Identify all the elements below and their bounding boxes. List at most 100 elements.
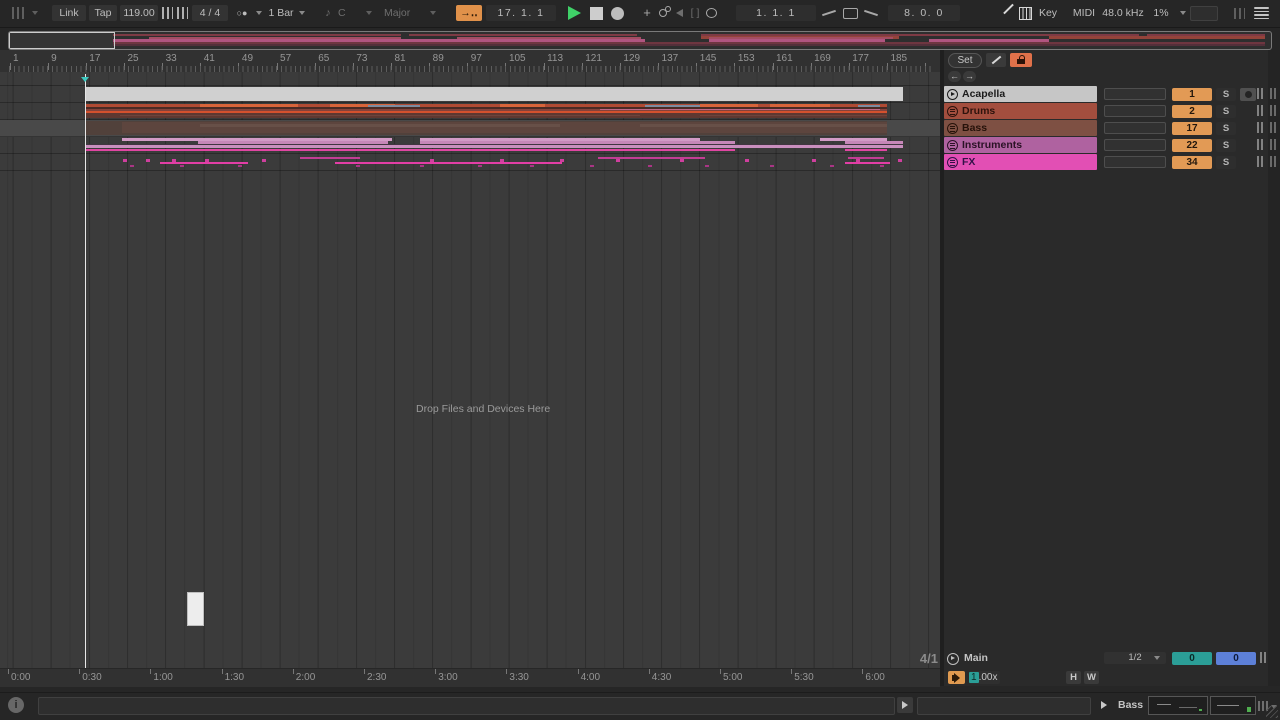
- track-lane-drums[interactable]: [0, 103, 940, 120]
- track-name-label[interactable]: Acapella: [962, 86, 1005, 102]
- track-activator-button[interactable]: 17: [1172, 122, 1212, 135]
- group-fold-icon[interactable]: [947, 157, 958, 168]
- track-activator-button[interactable]: 34: [1172, 156, 1212, 169]
- arrangement-overview-scrollbar[interactable]: [8, 31, 1272, 50]
- key-map-button[interactable]: Key: [1036, 5, 1060, 21]
- clip-segment[interactable]: [238, 165, 242, 167]
- link-button[interactable]: Link: [52, 5, 86, 21]
- cpu-caret-icon[interactable]: [1180, 11, 1186, 15]
- clip-segment[interactable]: [335, 162, 562, 164]
- clip-segment[interactable]: [262, 159, 266, 162]
- nudge-up-icon[interactable]: [177, 7, 188, 19]
- clip-segment[interactable]: [648, 165, 652, 167]
- next-locator-button[interactable]: →: [963, 71, 976, 82]
- punch-bracket-icon[interactable]: [ ]: [688, 5, 702, 21]
- audition-button[interactable]: [948, 671, 965, 684]
- clip-segment[interactable]: [172, 159, 176, 162]
- group-fold-icon[interactable]: [947, 140, 958, 151]
- main-track-header[interactable]: Main 1/2 0 0: [944, 650, 1268, 666]
- group-fold-icon[interactable]: [947, 123, 958, 134]
- main-play-icon[interactable]: [947, 653, 959, 665]
- back-to-arrangement-icon[interactable]: [676, 9, 683, 17]
- clip-segment[interactable]: [120, 115, 640, 116]
- punch-out-icon[interactable]: [864, 10, 878, 16]
- clip-segment[interactable]: [85, 149, 735, 151]
- crossfade-caret-icon[interactable]: [1154, 656, 1160, 660]
- track-lane-acapella[interactable]: [0, 86, 940, 103]
- track-name-box[interactable]: Drums: [944, 103, 1097, 119]
- track-activator-button[interactable]: 1: [1172, 88, 1212, 101]
- scale-root-caret-icon[interactable]: [366, 11, 372, 15]
- clip-segment[interactable]: [880, 165, 884, 167]
- solo-button[interactable]: S: [1216, 88, 1236, 101]
- metronome-button[interactable]: ○●: [230, 5, 254, 21]
- track-lane-fx[interactable]: [0, 154, 940, 171]
- solo-button[interactable]: S: [1216, 139, 1236, 152]
- automation-mode-button[interactable]: [986, 53, 1006, 67]
- clip-segment[interactable]: [160, 162, 248, 164]
- dragged-clip-ghost[interactable]: [187, 592, 204, 626]
- time-ruler[interactable]: 0:000:301:001:302:002:303:003:304:004:30…: [0, 668, 940, 687]
- clip-segment[interactable]: [180, 165, 184, 167]
- track-name-label[interactable]: FX: [962, 154, 975, 170]
- track-name-label[interactable]: Drums: [962, 103, 995, 119]
- solo-button[interactable]: S: [1216, 122, 1236, 135]
- clip-segment[interactable]: [146, 159, 150, 162]
- track-name-box[interactable]: Instruments: [944, 137, 1097, 153]
- clip-segment[interactable]: [845, 162, 890, 164]
- hamburger-menu-icon[interactable]: [1254, 7, 1269, 19]
- draw-mode-pencil-icon[interactable]: [1003, 4, 1014, 15]
- track-name-box[interactable]: Bass: [944, 120, 1097, 136]
- solo-button[interactable]: S: [1216, 105, 1236, 118]
- clip-segment[interactable]: [478, 165, 482, 167]
- clip-segment[interactable]: [600, 109, 880, 110]
- clip-segment[interactable]: [500, 159, 504, 162]
- clip-segment[interactable]: [420, 165, 424, 167]
- quantize-caret-icon[interactable]: [299, 11, 305, 15]
- clip-segment[interactable]: [200, 124, 560, 127]
- optimize-width-button[interactable]: W: [1084, 671, 1099, 684]
- tap-tempo-button[interactable]: Tap: [89, 5, 117, 21]
- track-lane-bass[interactable]: [0, 120, 940, 137]
- loop-region-icon[interactable]: [843, 8, 858, 19]
- set-loop-button[interactable]: Set: [948, 53, 982, 68]
- track-name-box[interactable]: FX: [944, 154, 1097, 170]
- insert-marker-icon[interactable]: [81, 77, 89, 82]
- stop-button[interactable]: [590, 7, 603, 20]
- clip-segment[interactable]: [700, 115, 887, 116]
- clip-segment[interactable]: [300, 157, 360, 159]
- scale-name-menu[interactable]: Major: [384, 5, 424, 21]
- prev-locator-button[interactable]: ←: [948, 71, 961, 82]
- arm-record-button[interactable]: [1240, 88, 1256, 101]
- track-name-box[interactable]: Acapella: [944, 86, 1097, 102]
- clip-segment[interactable]: [705, 165, 709, 167]
- clip-segment[interactable]: [85, 145, 903, 148]
- group-fold-icon[interactable]: [947, 106, 958, 117]
- clip-segment[interactable]: [205, 159, 209, 162]
- clip-segment[interactable]: [530, 165, 534, 167]
- track-header-acapella[interactable]: Acapella 1S: [944, 86, 1268, 102]
- loop-start-display[interactable]: 1. 1. 1: [736, 5, 816, 21]
- clip-segment[interactable]: [590, 165, 594, 167]
- preview-play-button[interactable]: [897, 697, 913, 713]
- solo-button[interactable]: S: [1216, 156, 1236, 169]
- clip-segment[interactable]: [123, 159, 127, 162]
- playhead[interactable]: [85, 74, 86, 668]
- metronome-caret-icon[interactable]: [256, 11, 262, 15]
- track-header-instruments[interactable]: Instruments 22 S: [944, 137, 1268, 153]
- clip-segment[interactable]: [640, 124, 887, 127]
- clip-segment[interactable]: [848, 157, 884, 159]
- clip-segment[interactable]: [745, 159, 749, 162]
- app-menu-icon[interactable]: [12, 7, 27, 19]
- track-activator-button[interactable]: 22: [1172, 139, 1212, 152]
- app-menu-caret-icon[interactable]: [32, 11, 38, 15]
- clip-segment[interactable]: [560, 159, 564, 162]
- clip-segment[interactable]: [616, 159, 620, 162]
- track-header-fx[interactable]: FX 34 S: [944, 154, 1268, 170]
- record-button[interactable]: [611, 7, 624, 20]
- follow-button[interactable]: →‥: [456, 5, 482, 21]
- track-lane-instruments[interactable]: [0, 137, 940, 154]
- clip-segment[interactable]: [680, 159, 684, 162]
- clip-segment[interactable]: [85, 87, 903, 101]
- capture-midi-icon-2[interactable]: [665, 6, 671, 12]
